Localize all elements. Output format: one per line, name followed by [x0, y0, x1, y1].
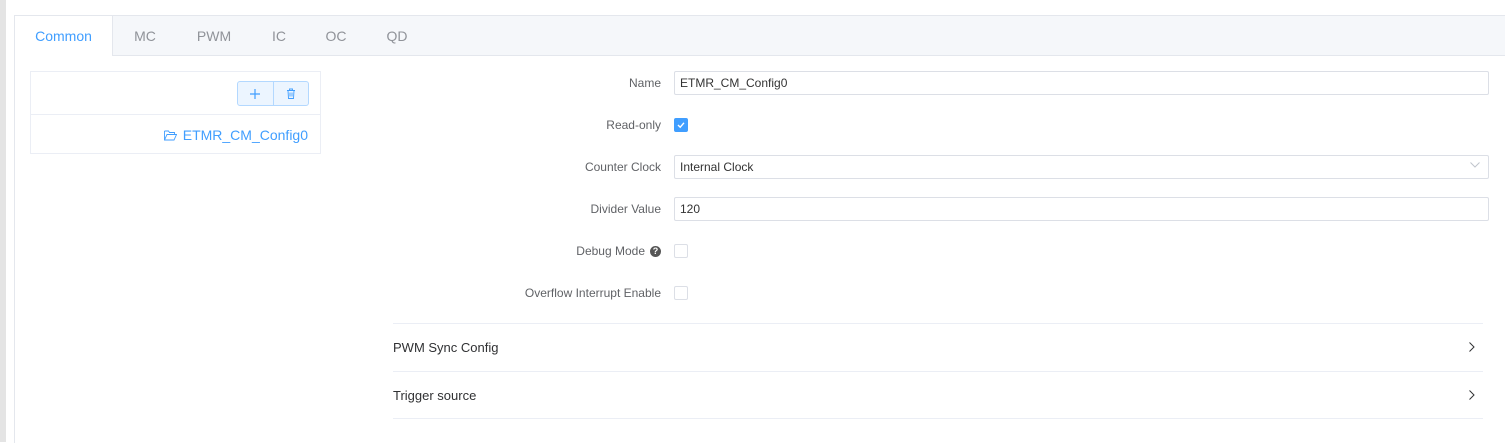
- debug-label: Debug Mode: [576, 244, 645, 258]
- tab-bar: Common MC PWM IC OC QD: [15, 16, 1505, 56]
- readonly-label: Read-only: [606, 118, 661, 132]
- tab-ic[interactable]: IC: [267, 16, 291, 56]
- chevron-right-icon: [1469, 390, 1475, 400]
- chevron-down-icon: [1470, 162, 1480, 168]
- tab-common[interactable]: Common: [15, 16, 113, 56]
- counter-clock-label: Counter Clock: [584, 160, 661, 174]
- tab-qd[interactable]: QD: [382, 16, 412, 56]
- debug-checkbox[interactable]: [674, 244, 688, 258]
- chevron-right-icon: [1469, 342, 1475, 352]
- name-row: Name ETMR_CM_Config0: [15, 71, 1505, 95]
- debug-label-wrap: Debug Mode?: [576, 239, 661, 263]
- config-panel: Common MC PWM IC OC QD ETMR_CM_Config0 N…: [14, 15, 1505, 443]
- section-divider: [393, 418, 1483, 419]
- pwm-sync-title: PWM Sync Config: [393, 340, 499, 355]
- name-label: Name: [628, 76, 661, 90]
- overflow-label: Overflow Interrupt Enable: [524, 286, 661, 300]
- trigger-source-title: Trigger source: [393, 388, 477, 403]
- tab-oc[interactable]: OC: [322, 16, 350, 56]
- readonly-row: Read-only: [15, 113, 1505, 137]
- divider-input[interactable]: 120: [674, 197, 1489, 221]
- trigger-source-section[interactable]: Trigger source: [393, 371, 1483, 419]
- counter-clock-select[interactable]: Internal Clock: [674, 155, 1489, 179]
- pwm-sync-section[interactable]: PWM Sync Config: [393, 323, 1483, 371]
- help-icon[interactable]: ?: [650, 246, 661, 257]
- debug-row: Debug Mode?: [15, 239, 1505, 263]
- tab-mc[interactable]: MC: [125, 16, 165, 56]
- divider-row: Divider Value 120: [15, 197, 1505, 221]
- name-input[interactable]: ETMR_CM_Config0: [674, 71, 1489, 95]
- tab-pwm[interactable]: PWM: [192, 16, 236, 56]
- left-gutter: [0, 0, 6, 442]
- overflow-checkbox[interactable]: [674, 286, 688, 300]
- divider-label: Divider Value: [590, 202, 661, 216]
- counter-clock-value: Internal Clock: [680, 160, 754, 174]
- check-icon: [677, 122, 685, 129]
- counter-clock-row: Counter Clock Internal Clock: [15, 155, 1505, 179]
- readonly-checkbox[interactable]: [674, 118, 688, 132]
- overflow-row: Overflow Interrupt Enable: [15, 281, 1505, 305]
